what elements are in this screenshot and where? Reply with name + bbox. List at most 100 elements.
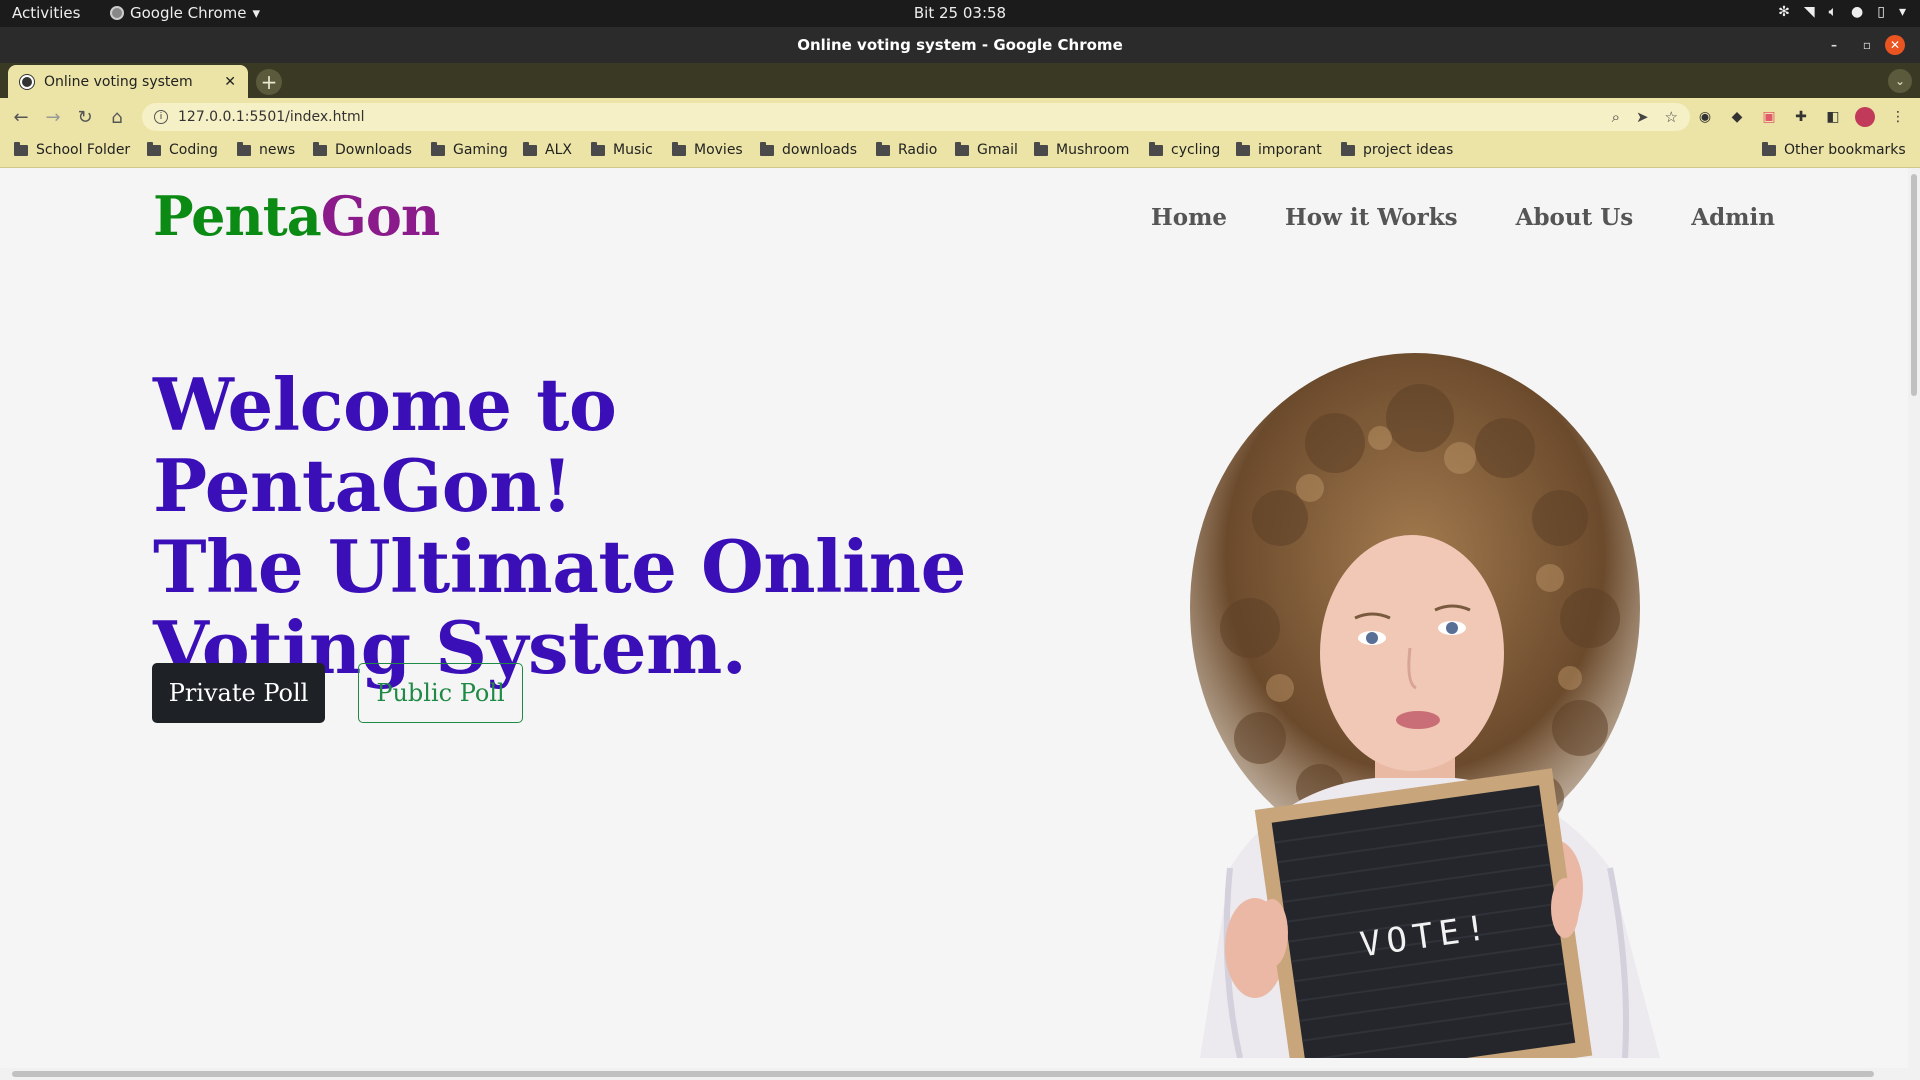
hero-title: Welcome to PentaGon! The Ultimate Online… bbox=[153, 364, 1013, 688]
bookmark-label: Gmail bbox=[977, 142, 1018, 158]
folder-icon bbox=[672, 141, 686, 156]
bookmark-label: ALX bbox=[545, 142, 572, 158]
bookmark-downloads[interactable]: Downloads bbox=[313, 141, 412, 158]
side-panel-icon[interactable]: ◧ bbox=[1823, 107, 1843, 127]
hero-line-2: The Ultimate Online bbox=[153, 524, 966, 609]
extensions-puzzle-icon[interactable]: ✚ bbox=[1791, 107, 1811, 127]
bookmark-coding[interactable]: Coding bbox=[147, 141, 218, 158]
brand-logo[interactable]: PentaGon bbox=[153, 184, 440, 248]
extension-icon[interactable]: ◆ bbox=[1727, 107, 1747, 127]
chevron-down-icon: ▾ bbox=[1898, 4, 1906, 20]
volume-icon: 🔈︎ bbox=[1828, 4, 1838, 20]
clock[interactable]: Bit 25 03:58 bbox=[0, 4, 1920, 22]
bookmark-school-folder[interactable]: School Folder bbox=[14, 141, 131, 158]
horizontal-scrollbar[interactable] bbox=[0, 1068, 1920, 1080]
bookmarks-bar: School Folder Coding news Downloads Gami… bbox=[0, 136, 1920, 168]
bookmark-label: Movies bbox=[694, 142, 743, 158]
vertical-scrollbar[interactable] bbox=[1908, 168, 1920, 1068]
nav-about-us[interactable]: About Us bbox=[1516, 204, 1634, 231]
home-icon[interactable]: ⌂ bbox=[106, 106, 128, 128]
minimize-icon[interactable]: – bbox=[1824, 35, 1844, 55]
new-tab-button[interactable]: + bbox=[256, 69, 282, 95]
system-tray[interactable]: ✻ ◥ 🔈︎ ● ▯ ▾ bbox=[1778, 4, 1906, 20]
bookmark-gaming[interactable]: Gaming bbox=[431, 141, 508, 158]
send-icon[interactable]: ➤ bbox=[1636, 108, 1649, 126]
bookmark-label: project ideas bbox=[1363, 142, 1454, 158]
nav-home[interactable]: Home bbox=[1151, 204, 1227, 231]
bookmark-news[interactable]: news bbox=[237, 141, 296, 158]
hero-image: VOTE! bbox=[1190, 353, 1660, 1058]
folder-icon bbox=[237, 141, 251, 156]
bookmark-label: Mushroom bbox=[1056, 142, 1130, 158]
window-title: Online voting system - Google Chrome bbox=[797, 36, 1123, 54]
bookmark-cycling[interactable]: cycling bbox=[1149, 141, 1221, 158]
tab-title: Online voting system bbox=[44, 73, 193, 90]
forward-icon[interactable]: → bbox=[42, 106, 64, 128]
bookmark-gmail[interactable]: Gmail bbox=[955, 141, 1018, 158]
close-window-icon[interactable]: ✕ bbox=[1885, 35, 1905, 55]
bookmark-downloads-2[interactable]: downloads bbox=[760, 141, 857, 158]
adblock-extension-icon[interactable]: ◉ bbox=[1695, 107, 1715, 127]
reload-icon[interactable]: ↻ bbox=[74, 106, 96, 128]
bookmark-radio[interactable]: Radio bbox=[876, 141, 938, 158]
system-top-bar: Activities Google Chrome ▾ Bit 25 03:58 … bbox=[0, 0, 1920, 27]
restore-icon[interactable]: ▫ bbox=[1857, 35, 1877, 55]
bookmark-label: Radio bbox=[898, 142, 938, 158]
bookmark-label: news bbox=[259, 142, 296, 158]
folder-icon bbox=[1762, 141, 1776, 156]
nav-how-it-works[interactable]: How it Works bbox=[1285, 204, 1458, 231]
wifi-icon: ◥ bbox=[1803, 4, 1815, 20]
slack-icon: ✻ bbox=[1778, 4, 1790, 20]
bookmark-star-icon[interactable]: ☆ bbox=[1665, 108, 1678, 126]
bookmark-label: Coding bbox=[169, 142, 218, 158]
page-viewport: PentaGon Home How it Works About Us Admi… bbox=[0, 168, 1920, 1080]
folder-icon bbox=[760, 141, 774, 156]
site-info-icon[interactable]: i bbox=[154, 110, 168, 124]
nav-admin[interactable]: Admin bbox=[1691, 204, 1775, 231]
vertical-scroll-thumb[interactable] bbox=[1911, 174, 1917, 396]
profile-avatar[interactable] bbox=[1855, 107, 1875, 127]
main-nav: Home How it Works About Us Admin bbox=[1151, 204, 1775, 231]
close-tab-icon[interactable]: ✕ bbox=[224, 74, 236, 90]
bookmark-other[interactable]: Other bookmarks bbox=[1762, 141, 1906, 158]
folder-icon bbox=[1149, 141, 1163, 156]
more-menu-icon[interactable]: ⋮ bbox=[1888, 107, 1908, 127]
folder-icon bbox=[147, 141, 161, 156]
folder-icon bbox=[431, 141, 445, 156]
tab-search-button[interactable]: ⌄ bbox=[1888, 69, 1912, 93]
browser-toolbar: ← → ↻ ⌂ i 127.0.0.1:5501/index.html ⌕ ➤ … bbox=[0, 98, 1920, 136]
public-poll-button[interactable]: Public Poll bbox=[358, 663, 523, 723]
zoom-icon[interactable]: ⌕ bbox=[1612, 108, 1620, 126]
microphone-icon: ● bbox=[1851, 4, 1864, 20]
folder-icon bbox=[1034, 141, 1048, 156]
brand-part-penta: Penta bbox=[153, 184, 322, 248]
folder-icon bbox=[313, 141, 327, 156]
folder-icon bbox=[591, 141, 605, 156]
window-titlebar: Online voting system - Google Chrome – ▫… bbox=[0, 27, 1920, 63]
bookmark-label: Downloads bbox=[335, 142, 412, 158]
folder-icon bbox=[876, 141, 890, 156]
url-text: 127.0.0.1:5501/index.html bbox=[178, 109, 365, 125]
folder-icon bbox=[14, 141, 28, 156]
bookmark-label: Music bbox=[613, 142, 653, 158]
private-poll-button[interactable]: Private Poll bbox=[152, 663, 325, 723]
favicon-icon bbox=[20, 74, 34, 89]
tab-strip: Online voting system ✕ + ⌄ bbox=[0, 63, 1920, 98]
address-bar[interactable]: i 127.0.0.1:5501/index.html ⌕ ➤ ☆ bbox=[142, 103, 1690, 131]
bookmark-label: School Folder bbox=[36, 142, 131, 158]
tab-online-voting[interactable]: Online voting system ✕ bbox=[8, 65, 248, 98]
bookmark-movies[interactable]: Movies bbox=[672, 141, 743, 158]
bookmark-alx[interactable]: ALX bbox=[523, 141, 572, 158]
bookmark-music[interactable]: Music bbox=[591, 141, 653, 158]
horizontal-scroll-thumb[interactable] bbox=[12, 1071, 1874, 1077]
bookmark-imporant[interactable]: imporant bbox=[1236, 141, 1322, 158]
brand-part-gon: Gon bbox=[320, 184, 440, 248]
folder-icon bbox=[523, 141, 537, 156]
bookmark-label: cycling bbox=[1171, 142, 1221, 158]
battery-icon: ▯ bbox=[1877, 4, 1885, 20]
record-extension-icon[interactable]: ▣ bbox=[1759, 107, 1779, 127]
bookmark-label: imporant bbox=[1258, 142, 1322, 158]
bookmark-project-ideas[interactable]: project ideas bbox=[1341, 141, 1454, 158]
back-icon[interactable]: ← bbox=[10, 106, 32, 128]
bookmark-mushroom[interactable]: Mushroom bbox=[1034, 141, 1130, 158]
